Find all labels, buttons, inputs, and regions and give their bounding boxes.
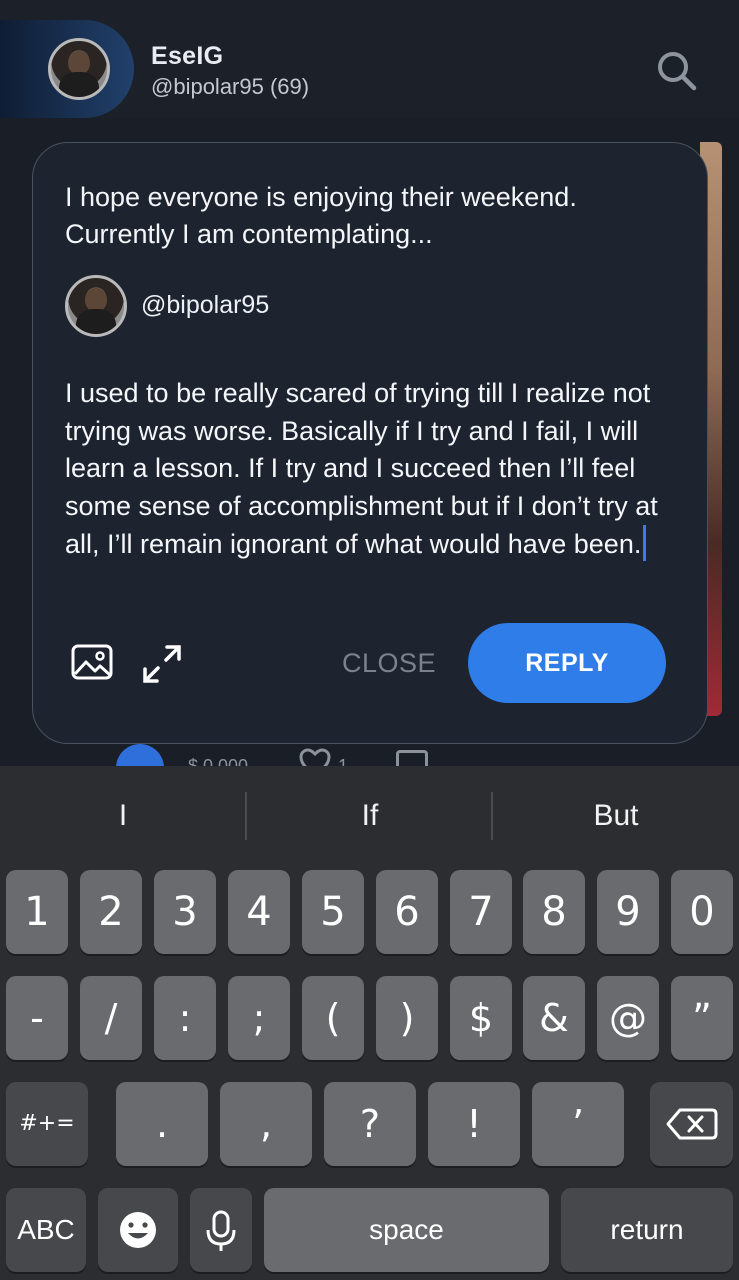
key-slash[interactable]: / (80, 976, 142, 1060)
key-abc[interactable]: ABC (6, 1188, 86, 1272)
app-header: EseIG @bipolar95 (69) (0, 0, 739, 118)
reply-modal: I hope everyone is enjoying their weeken… (32, 142, 708, 744)
avatar[interactable] (48, 38, 110, 100)
key-semicolon[interactable]: ; (228, 976, 290, 1060)
key-9[interactable]: 9 (597, 870, 659, 954)
search-icon[interactable] (652, 46, 700, 94)
suggestion-1[interactable]: I (0, 790, 246, 842)
suggestion-bar: I If But (0, 766, 739, 866)
key-comma[interactable]: , (220, 1082, 312, 1166)
key-0[interactable]: 0 (671, 870, 733, 954)
close-button[interactable]: CLOSE (329, 643, 449, 683)
key-exclamation[interactable]: ! (428, 1082, 520, 1166)
expand-icon[interactable] (141, 643, 183, 685)
avatar-body (76, 308, 116, 334)
backspace-key[interactable] (650, 1082, 733, 1166)
key-hyphen[interactable]: - (6, 976, 68, 1060)
key-dollar[interactable]: $ (450, 976, 512, 1060)
reply-author-handle: @bipolar95 (141, 291, 270, 319)
text-caret (643, 525, 647, 562)
key-6[interactable]: 6 (376, 870, 438, 954)
key-more-symbols[interactable]: #+= (6, 1082, 88, 1166)
suggestion-3[interactable]: But (493, 790, 739, 842)
key-1[interactable]: 1 (6, 870, 68, 954)
key-period[interactable]: . (116, 1082, 208, 1166)
key-ampersand[interactable]: & (523, 976, 585, 1060)
user-handle: @bipolar95 (69) (151, 74, 310, 99)
suggestion-2[interactable]: If (247, 790, 493, 842)
reply-button[interactable]: REPLY (468, 623, 666, 703)
key-at[interactable]: @ (597, 976, 659, 1060)
reply-textarea[interactable]: I used to be really scared of trying til… (65, 375, 690, 564)
key-open-paren[interactable]: ( (302, 976, 364, 1060)
key-colon[interactable]: : (154, 976, 216, 1060)
key-8[interactable]: 8 (523, 870, 585, 954)
user-name: EseIG (151, 42, 224, 70)
key-2[interactable]: 2 (80, 870, 142, 954)
emoji-icon (120, 1212, 156, 1248)
avatar[interactable] (65, 275, 127, 337)
keyboard: I If But 1 2 3 4 5 6 7 8 9 0 - / : ; ( )… (0, 766, 739, 1280)
backspace-icon (666, 1108, 718, 1140)
mic-key[interactable] (190, 1188, 252, 1272)
image-icon[interactable] (71, 643, 115, 683)
key-3[interactable]: 3 (154, 870, 216, 954)
key-apostrophe[interactable]: ’ (532, 1082, 624, 1166)
emoji-key[interactable] (98, 1188, 178, 1272)
key-4[interactable]: 4 (228, 870, 290, 954)
reply-to-author: @bipolar95 (65, 275, 465, 337)
key-question[interactable]: ? (324, 1082, 416, 1166)
key-close-paren[interactable]: ) (376, 976, 438, 1060)
space-key[interactable]: space (264, 1188, 549, 1272)
reply-text: I used to be really scared of trying til… (65, 378, 658, 560)
post-title: I hope everyone is enjoying their weeken… (65, 182, 577, 249)
key-7[interactable]: 7 (450, 870, 512, 954)
return-key[interactable]: return (561, 1188, 733, 1272)
avatar-body (59, 71, 99, 97)
key-5[interactable]: 5 (302, 870, 364, 954)
mic-icon (206, 1210, 236, 1251)
key-quote[interactable]: ” (671, 976, 733, 1060)
